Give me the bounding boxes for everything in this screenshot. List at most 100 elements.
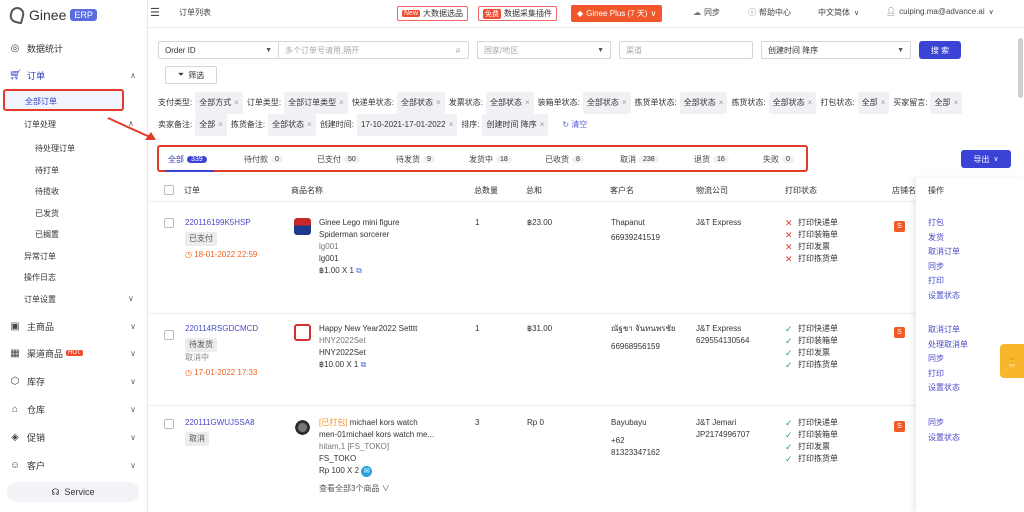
row-action-link[interactable]: 打包 [928,216,960,231]
floating-helper-tab[interactable]: ☝ ‹‹‹ [1000,344,1024,378]
sidebar-item-all-orders[interactable]: 全部订单 [3,89,124,111]
filter-chip-value[interactable]: 全部 × [195,114,227,136]
print-status-item[interactable]: ✓ 打印快递单 [785,323,838,335]
row-checkbox[interactable] [164,419,174,429]
filter-chip-value[interactable]: 全部方式 × [195,92,243,114]
row-action-link[interactable]: 设置状态 [928,289,960,304]
country-select[interactable]: 国家/地区 ▼ [477,41,611,59]
table-row[interactable]: 220116199K5HSP 已支付 ◷ 18-01-2022 22:59 Gi… [148,202,918,314]
order-search-input[interactable]: 多个订单号请用,隔开 ⌕ [278,41,469,59]
filter-chip-value[interactable]: 全部订单类型 × [284,92,348,114]
bigdata-button[interactable]: New 大数据选品 [397,6,469,21]
language-select[interactable]: 中文简体 ∨ [818,7,859,18]
row-action-link[interactable]: 同步 [928,416,960,431]
sidebar-item-to-pickup[interactable]: 待揽收 [35,186,59,197]
print-status-item[interactable]: ✓ 打印拣货单 [785,453,838,465]
plugin-button[interactable]: 免费 数据采集插件 [478,6,557,21]
print-status-item[interactable]: ✓ 打印发票 [785,347,838,359]
tab-status-6[interactable]: 取消 238 [620,154,659,165]
print-status-item[interactable]: ✓ 打印装箱单 [785,429,838,441]
order-id-link[interactable]: 220116199K5HSP [185,217,257,229]
export-button[interactable]: 导出 ∨ [961,150,1011,168]
sidebar-item-stats[interactable]: ◎ 数据统计 [0,40,148,56]
view-all-products-link[interactable]: 查看全部3个商品 [319,484,379,493]
sidebar-item-inventory[interactable]: ⬡ 库存 ∨ [0,373,148,389]
close-icon[interactable]: × [808,98,813,107]
filter-chip-value[interactable]: 全部 × [930,92,963,114]
tab-status-5[interactable]: 已收货 8 [545,154,584,165]
close-icon[interactable]: × [953,98,958,107]
sort-select[interactable]: 创建时间 降序 ▼ [761,41,911,59]
sidebar-item-abnormal-orders[interactable]: 异常订单 [24,251,56,262]
sidebar-item-onhold[interactable]: 已搁置 [35,229,59,240]
print-status-item[interactable]: ✓ 打印拣货单 [785,359,838,371]
plan-button[interactable]: ◆ Ginee Plus (7 天) ∨ [571,5,663,22]
filter-chip-value[interactable]: 全部状态 × [679,92,728,114]
print-status-item[interactable]: ✓ 打印装箱单 [785,335,838,347]
print-status-item[interactable]: ✓ 打印发票 [785,441,838,453]
row-action-link[interactable]: 同步 [928,260,960,275]
row-action-link[interactable]: 发货 [928,231,960,246]
tab-status-1[interactable]: 待付款 0 [244,154,283,165]
chat-icon[interactable]: ⧉ [361,360,367,369]
order-id-link[interactable]: 220114RSGDCMCD [185,323,258,335]
filter-chip-value[interactable]: 全部状态 × [268,114,316,136]
filter-chip-value[interactable]: 全部状态 × [768,92,817,114]
close-icon[interactable]: × [540,120,545,129]
filter-chip-value[interactable]: 全部 × [857,92,890,114]
sidebar-item-operation-log[interactable]: 操作日志 [24,272,56,283]
row-action-link[interactable]: 取消订单 [928,323,968,338]
tab-status-3[interactable]: 待发货 9 [396,154,435,165]
sidebar-item-order-processing[interactable]: 订单处理 [24,119,56,130]
menu-toggle-icon[interactable]: ☰ [150,6,160,19]
print-status-item[interactable]: ✕ 打印发票 [785,241,838,253]
filter-chip-value[interactable]: 全部状态 × [582,92,631,114]
user-menu[interactable]: 👤︎ cuiping.ma@advance.ai ∨ [886,7,994,16]
row-checkbox[interactable] [164,330,174,340]
row-action-link[interactable]: 同步 [928,352,968,367]
sidebar-item-master-products[interactable]: ▣ 主商品 ∨ [0,318,148,334]
close-icon[interactable]: × [436,98,441,107]
tab-status-4[interactable]: 发货中 18 [469,154,512,165]
sidebar-item-customers[interactable]: ☺ 客户 ∨ [0,457,148,473]
tab-status-8[interactable]: 失败 0 [763,154,794,165]
row-action-link[interactable]: 处理取消单 [928,338,968,353]
select-all-checkbox[interactable] [164,185,174,195]
filter-button[interactable]: ⏷ 筛选 [165,66,217,84]
close-icon[interactable]: × [339,98,344,107]
row-action-link[interactable]: 设置状态 [928,431,960,446]
clear-filters-button[interactable]: ↻ 清空 [562,120,587,129]
row-action-link[interactable]: 设置状态 [928,381,968,396]
chat-icon[interactable]: ✉ [361,466,373,477]
row-checkbox[interactable] [164,218,174,228]
sidebar-item-warehouse[interactable]: ⌂ 仓库 ∨ [0,401,148,417]
close-icon[interactable]: × [449,120,454,129]
print-status-item[interactable]: ✕ 打印拣货单 [785,253,838,265]
table-row[interactable]: 220114RSGDCMCD 待发货 取消中 ◷ 17-01-2022 17:3… [148,314,918,406]
filter-chip-value[interactable]: 创建时间 降序 × [482,114,549,136]
help-center-button[interactable]: ⓘ 帮助中心 [748,7,791,18]
product-name-line1[interactable]: michael kors watch [350,418,418,427]
sidebar-item-channel-products[interactable]: ▦ 渠道商品 HOT ∨ [0,345,148,361]
print-status-item[interactable]: ✕ 打印装箱单 [785,229,838,241]
close-icon[interactable]: × [218,120,223,129]
filter-chip-value[interactable]: 17-10-2021-17-01-2022 × [357,114,458,136]
row-action-link[interactable]: 取消订单 [928,245,960,260]
product-name-line1[interactable]: Happy New Year2022 Setttt [319,323,469,335]
channel-select[interactable]: 渠道 [619,41,753,59]
tab-status-7[interactable]: 退货 16 [694,154,729,165]
logo[interactable]: Ginee ERP [8,5,97,25]
close-icon[interactable]: × [234,98,239,107]
product-name-line1[interactable]: Ginee Lego mini figure [319,217,469,229]
sync-button[interactable]: ☁ 同步 [693,7,720,18]
table-row[interactable]: 220111GWUJSSA8 取消 [已打包] michael kors wat… [148,406,918,512]
sidebar-item-order-settings[interactable]: 订单设置 [24,294,56,305]
filter-chip-value[interactable]: 全部状态 × [397,92,445,114]
tab-status-0[interactable]: 全部 339 [168,154,207,165]
filter-chip-value[interactable]: 全部状态 × [485,92,534,114]
sidebar-item-orders[interactable]: 🛒︎ 订单 ∧ [0,67,148,83]
sidebar-item-pending[interactable]: 待处理订单 [35,143,75,154]
sidebar-item-shipped[interactable]: 已发货 [35,208,59,219]
sidebar-item-promotion[interactable]: ◈ 促销 ∨ [0,429,148,445]
close-icon[interactable]: × [525,98,530,107]
